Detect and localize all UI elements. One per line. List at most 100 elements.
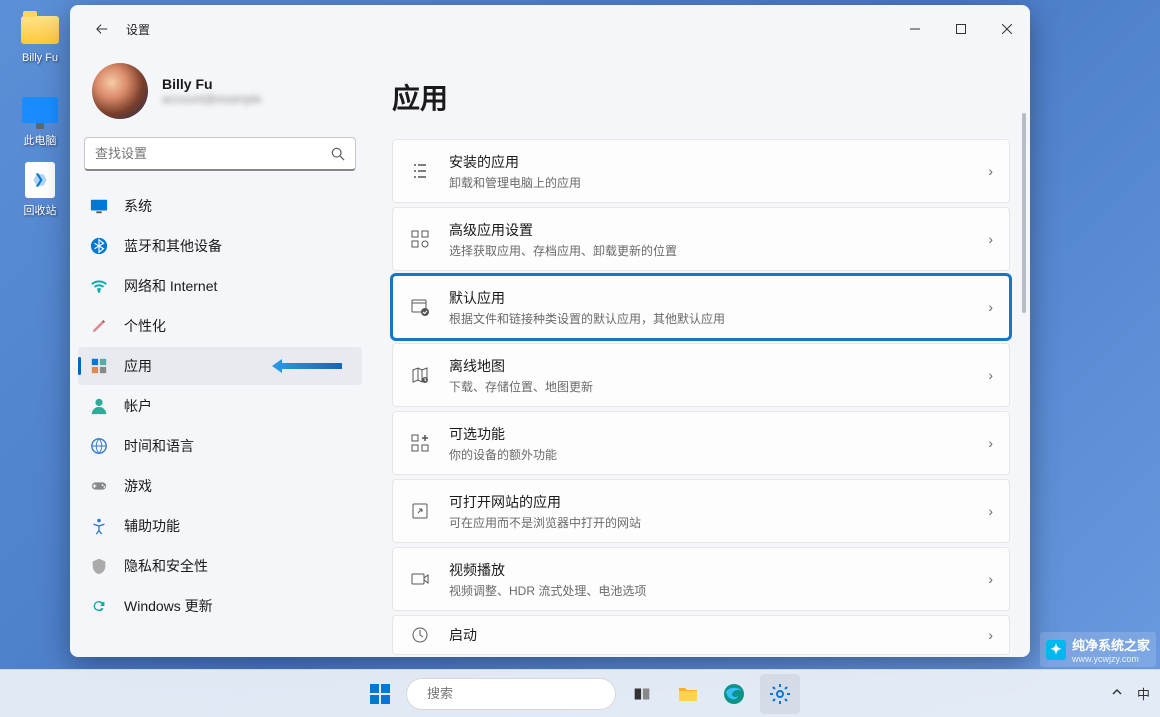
chevron-right-icon: › [988, 435, 993, 451]
card-default-apps[interactable]: 默认应用根据文件和链接种类设置的默认应用，其他默认应用 › [392, 275, 1010, 339]
sidebar-item-privacy[interactable]: 隐私和安全性 [78, 547, 362, 585]
chevron-right-icon: › [988, 367, 993, 383]
desktop-icon-label: Billy Fu [10, 52, 70, 64]
startup-icon [409, 624, 431, 646]
wifi-icon [90, 277, 108, 295]
annotation-arrow-icon [272, 359, 342, 373]
card-advanced-app-settings[interactable]: 高级应用设置选择获取应用、存档应用、卸载更新的位置 › [392, 207, 1010, 271]
sidebar-item-accessibility[interactable]: 辅助功能 [78, 507, 362, 545]
card-video-playback[interactable]: 视频播放视频调整、HDR 流式处理、电池选项 › [392, 547, 1010, 611]
task-view-button[interactable] [622, 674, 662, 714]
profile-block[interactable]: Billy Fu account@example [78, 53, 362, 137]
settings-button[interactable] [760, 674, 800, 714]
sidebar-item-gaming[interactable]: 游戏 [78, 467, 362, 505]
folder-icon [676, 682, 700, 706]
main-content: 应用 安装的应用卸载和管理电脑上的应用 › 高级应用设置选择获取应用、存档应用、… [370, 53, 1030, 657]
chevron-right-icon: › [988, 503, 993, 519]
card-apps-for-websites[interactable]: 可打开网站的应用可在应用而不是浏览器中打开的网站 › [392, 479, 1010, 543]
desktop-folder[interactable]: Billy Fu [10, 10, 70, 64]
update-icon [90, 597, 108, 615]
desktop-recycle-bin[interactable]: 回收站 [10, 160, 70, 218]
chevron-up-icon [1111, 686, 1123, 698]
card-subtitle: 可在应用而不是浏览器中打开的网站 [449, 514, 970, 531]
page-title: 应用 [392, 77, 1010, 117]
map-icon [409, 364, 431, 386]
card-subtitle: 你的设备的额外功能 [449, 446, 970, 463]
card-subtitle: 下载、存储位置、地图更新 [449, 378, 970, 395]
explorer-button[interactable] [668, 674, 708, 714]
card-installed-apps[interactable]: 安装的应用卸载和管理电脑上的应用 › [392, 139, 1010, 203]
sidebar: Billy Fu account@example 系统 蓝牙和其他设备 [70, 53, 370, 657]
card-title: 高级应用设置 [449, 220, 970, 240]
open-external-icon [409, 500, 431, 522]
sidebar-item-bluetooth[interactable]: 蓝牙和其他设备 [78, 227, 362, 265]
sidebar-item-windows-update[interactable]: Windows 更新 [78, 587, 362, 625]
watermark-logo-icon: ✦ [1046, 640, 1066, 660]
sidebar-item-label: 个性化 [124, 316, 166, 336]
edge-button[interactable] [714, 674, 754, 714]
start-button[interactable] [360, 674, 400, 714]
folder-icon [20, 10, 60, 50]
close-button[interactable] [984, 9, 1030, 49]
sidebar-item-system[interactable]: 系统 [78, 187, 362, 225]
card-title: 默认应用 [449, 288, 970, 308]
back-button[interactable] [84, 11, 120, 47]
edge-icon [722, 682, 746, 706]
maximize-button[interactable] [938, 9, 984, 49]
desktop-icon-label: 回收站 [10, 202, 70, 218]
watermark: ✦ 纯净系统之家 www.ycwjzy.com [1040, 632, 1156, 667]
card-startup[interactable]: 启动 › [392, 615, 1010, 655]
task-view-icon [631, 683, 653, 705]
card-title: 可打开网站的应用 [449, 492, 970, 512]
sidebar-item-label: 系统 [124, 196, 152, 216]
recycle-icon [20, 160, 60, 200]
sidebar-item-accounts[interactable]: 帐户 [78, 387, 362, 425]
brush-icon [90, 317, 108, 335]
taskbar-search-input[interactable] [427, 686, 603, 701]
close-icon [1002, 24, 1012, 34]
watermark-url: www.ycwjzy.com [1072, 654, 1150, 664]
person-icon [90, 397, 108, 415]
search-input[interactable] [85, 146, 321, 161]
card-title: 可选功能 [449, 424, 970, 444]
profile-email: account@example [162, 92, 262, 106]
watermark-title: 纯净系统之家 [1072, 638, 1150, 653]
sidebar-item-personalization[interactable]: 个性化 [78, 307, 362, 345]
card-subtitle: 选择获取应用、存档应用、卸载更新的位置 [449, 242, 970, 259]
chevron-right-icon: › [988, 299, 993, 315]
pc-icon [20, 90, 60, 130]
card-title: 视频播放 [449, 560, 970, 580]
tray-language[interactable]: 中 [1137, 684, 1150, 703]
tray-overflow-button[interactable] [1105, 680, 1129, 707]
card-offline-maps[interactable]: 离线地图下载、存储位置、地图更新 › [392, 343, 1010, 407]
sidebar-item-network[interactable]: 网络和 Internet [78, 267, 362, 305]
minimize-icon [910, 24, 920, 34]
sidebar-item-apps[interactable]: 应用 [78, 347, 362, 385]
window-check-icon [409, 296, 431, 318]
windows-icon [368, 682, 392, 706]
sidebar-item-label: 蓝牙和其他设备 [124, 236, 222, 256]
sidebar-item-label: Windows 更新 [124, 596, 213, 616]
maximize-icon [956, 24, 966, 34]
search-icon [321, 147, 355, 161]
grid-plus-icon [409, 432, 431, 454]
nav-list: 系统 蓝牙和其他设备 网络和 Internet 个性化 应用 [78, 187, 362, 625]
taskbar-search[interactable] [406, 678, 616, 710]
card-optional-features[interactable]: 可选功能你的设备的额外功能 › [392, 411, 1010, 475]
window-title: 设置 [126, 21, 150, 38]
minimize-button[interactable] [892, 9, 938, 49]
grid-gear-icon [409, 228, 431, 250]
desktop-this-pc[interactable]: 此电脑 [10, 90, 70, 148]
card-subtitle: 卸载和管理电脑上的应用 [449, 174, 970, 191]
sidebar-item-label: 辅助功能 [124, 516, 180, 536]
sidebar-item-label: 网络和 Internet [124, 276, 217, 296]
scrollbar[interactable] [1022, 113, 1026, 313]
sidebar-item-time-language[interactable]: 时间和语言 [78, 427, 362, 465]
taskbar: 中 [0, 669, 1160, 717]
display-icon [90, 197, 108, 215]
gamepad-icon [90, 477, 108, 495]
search-box[interactable] [84, 137, 356, 171]
settings-window: 设置 Billy Fu account@example [70, 5, 1030, 657]
chevron-right-icon: › [988, 627, 993, 643]
card-title: 启动 [449, 625, 970, 645]
